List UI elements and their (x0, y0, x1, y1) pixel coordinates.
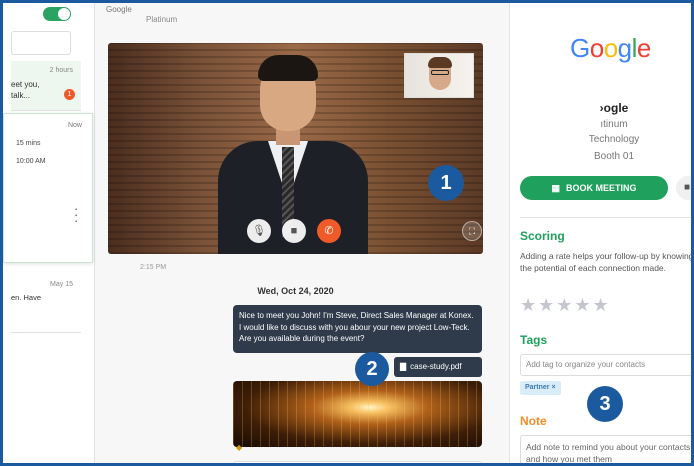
company-booth: Booth 01 (593, 151, 635, 162)
chat-header: Google Platinum (106, 5, 177, 24)
camera-icon: ■ (290, 225, 298, 237)
active-meeting-card[interactable]: Now 15 mins 10:00 AM · · · (3, 113, 93, 263)
company-logo: Google (570, 33, 651, 63)
conversation-item[interactable]: 2 hours eet you, talk... 1 (11, 61, 81, 111)
video-camera-icon: ■ (684, 182, 691, 193)
document-icon: ▇ (400, 362, 407, 371)
camera-button[interactable]: ■ (282, 219, 306, 243)
conversation-preview: eet you, talk... (11, 80, 40, 100)
microphone-icon: 🎙 (252, 225, 266, 237)
conversation-item[interactable]: May 15 en. Have (11, 273, 81, 333)
conversation-preview: en. Have (11, 293, 42, 302)
fullscreen-button[interactable]: ⛶ (462, 221, 482, 241)
caller-video-hair (258, 55, 318, 81)
image-attachment[interactable] (233, 381, 482, 447)
message-input[interactable] (233, 461, 482, 463)
more-options-icon[interactable]: · · · (74, 202, 78, 227)
chat-panel: Google Platinum 🎙 ■ ✆ ⛶ 2:15 PM Wed, Oct… (96, 3, 508, 463)
header-tier: Platinum (146, 15, 178, 24)
conversation-list: 2 hours eet you, talk... 1 Now 15 mins 10… (3, 3, 95, 463)
file-attachment[interactable]: ▇ case-study.pdf (394, 357, 482, 377)
chat-message-bubble: Nice to meet you John! I'm Steve, Direct… (233, 305, 482, 353)
rating-stars[interactable]: ★★★★★ (520, 295, 611, 316)
note-title: Note (520, 414, 547, 428)
reaction-icon[interactable]: ◆ (236, 443, 242, 452)
header-logo: Google (106, 5, 132, 14)
microphone-button[interactable]: 🎙 (247, 219, 271, 243)
note-input[interactable]: Add note to remind you about your contac… (520, 435, 691, 463)
book-meeting-button[interactable]: ▦ BOOK MEETING (520, 176, 668, 200)
self-view-thumbnail[interactable] (404, 53, 474, 98)
company-tier: ıtinum (600, 119, 628, 130)
self-view-glasses (431, 70, 449, 75)
availability-toggle[interactable] (43, 7, 71, 21)
meeting-time-label: Now (67, 122, 82, 129)
company-name: ›ogle (599, 101, 629, 115)
date-separator: Wed, Oct 24, 2020 (257, 286, 334, 296)
calendar-icon: ▦ (551, 183, 560, 193)
video-call: 🎙 ■ ✆ ⛶ (108, 43, 483, 254)
conversation-search-input[interactable] (11, 31, 71, 55)
file-name: case-study.pdf (410, 362, 462, 371)
book-meeting-label: BOOK MEETING (566, 183, 637, 193)
tag-input[interactable]: Add tag to organize your contacts (520, 354, 691, 376)
scoring-description: Adding a rate helps your follow-up by kn… (520, 251, 694, 273)
expand-icon: ⛶ (468, 226, 476, 236)
image-light-streaks (233, 381, 482, 447)
video-call-button[interactable]: ■ (676, 176, 691, 200)
message-timestamp: 2:15 PM (140, 264, 167, 271)
scoring-title: Scoring (520, 229, 565, 243)
end-call-icon: ✆ (324, 225, 334, 237)
tags-title: Tags (520, 333, 548, 347)
app-frame: 2 hours eet you, talk... 1 Now 15 mins 10… (0, 0, 694, 466)
conversation-time: 2 hours (49, 67, 73, 74)
step-marker-3: 3 (587, 386, 623, 422)
section-divider (520, 217, 691, 218)
company-category: Technology (588, 134, 640, 145)
step-marker-1: 1 (428, 165, 464, 201)
meeting-duration: 15 mins (16, 140, 41, 147)
meeting-start-time: 10:00 AM (16, 158, 46, 165)
end-call-button[interactable]: ✆ (317, 219, 341, 243)
self-view-hair (428, 57, 452, 68)
conversation-time: May 15 (50, 281, 73, 288)
step-marker-2: 2 (355, 352, 389, 386)
unread-badge: 1 (64, 89, 75, 100)
tag-chip[interactable]: Partner × (520, 381, 561, 395)
